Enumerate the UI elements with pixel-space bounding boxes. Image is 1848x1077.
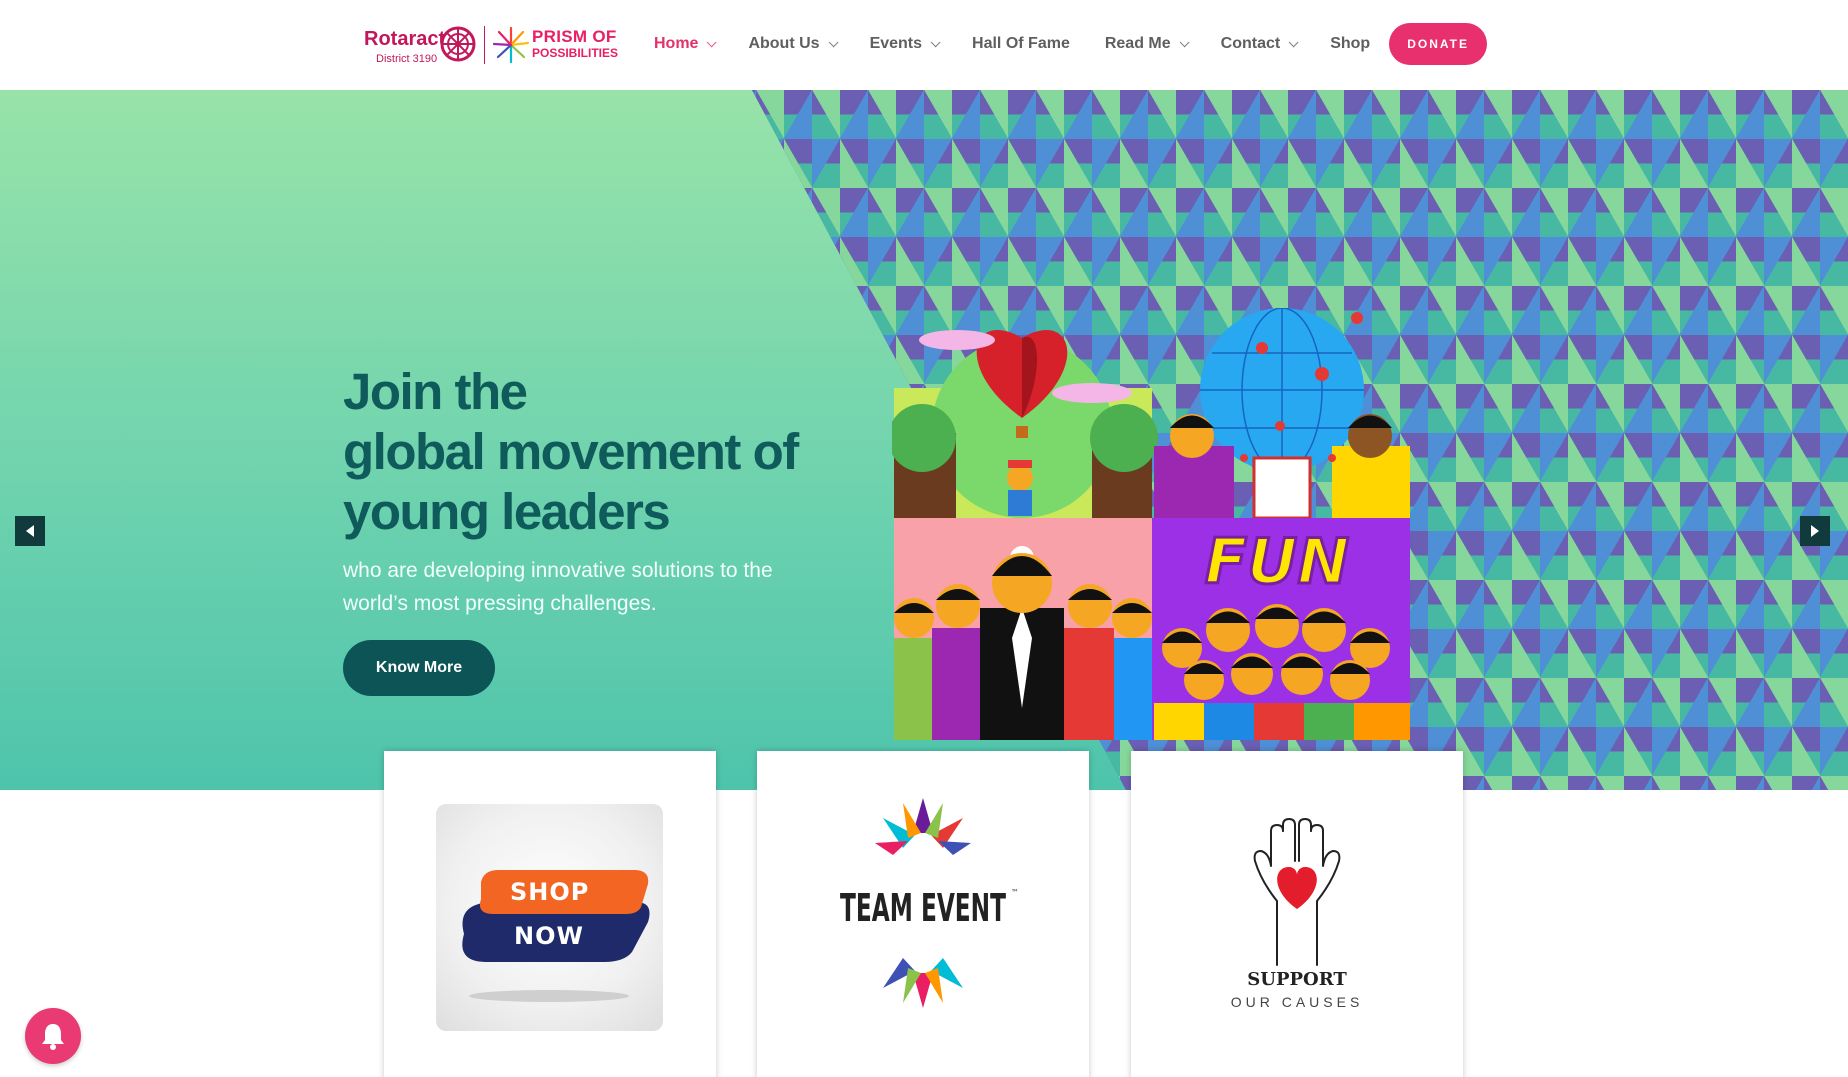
- support-causes-card[interactable]: SUPPORT OUR CAUSES: [1131, 751, 1463, 1077]
- slider-next-button[interactable]: [1800, 516, 1830, 546]
- support-label: SUPPORT: [1247, 969, 1347, 990]
- know-more-button[interactable]: Know More: [343, 640, 495, 696]
- nav-item-about-us[interactable]: About Us: [748, 35, 839, 53]
- prism-wordmark-line1: PRISM OF: [532, 27, 617, 46]
- hero-slider: Join the global movement of young leader…: [0, 90, 1848, 790]
- rotaract-wordmark: Rotaract: [364, 28, 446, 50]
- chevron-left-icon: [26, 525, 34, 537]
- team-event-label: TEAM EVENT: [840, 886, 1006, 930]
- hero-title-line: Join the: [343, 363, 528, 420]
- rotary-wheel-icon: [440, 26, 476, 62]
- hero-title-line: global movement of: [343, 423, 799, 480]
- shop-card[interactable]: SHOP NOW: [384, 751, 716, 1077]
- now-label: NOW: [514, 922, 584, 950]
- nav-label-contact: Contact: [1220, 35, 1281, 52]
- shop-banner-shape: [462, 870, 650, 1002]
- nav-item-events[interactable]: Events: [869, 35, 941, 53]
- nav-item-home[interactable]: Home: [654, 35, 718, 53]
- hero-title-line: young leaders: [343, 483, 671, 540]
- shop-label: SHOP: [510, 878, 590, 906]
- nav-item-read-me[interactable]: Read Me: [1104, 35, 1190, 53]
- nav-label-read-me: Read Me: [1104, 35, 1171, 52]
- chevron-down-icon: [930, 36, 941, 47]
- district-label: District 3190: [376, 53, 438, 65]
- chevron-down-icon: [1179, 36, 1190, 47]
- hero-illustration: FUN: [892, 308, 1410, 740]
- notification-bell-button[interactable]: [25, 1008, 81, 1064]
- chevron-down-icon: [707, 36, 718, 47]
- prism-wordmark-line2: POSSIBILITIES: [532, 46, 619, 60]
- nav-label-hall-of-fame: Hall Of Fame: [972, 35, 1070, 52]
- nav-label-about-us: About Us: [748, 35, 820, 52]
- our-causes-label: OUR CAUSES: [1231, 994, 1364, 1010]
- slider-prev-button[interactable]: [15, 516, 45, 546]
- hero-title: Join the global movement of young leader…: [343, 362, 823, 542]
- nav-label-events: Events: [869, 35, 923, 52]
- chevron-down-icon: [1288, 36, 1299, 47]
- site-logo[interactable]: Rotaract District 3190 PRISM OF POSSIBIL…: [362, 20, 620, 70]
- nav-item-contact[interactable]: Contact: [1220, 35, 1299, 53]
- team-event-card[interactable]: TEAM EVENT ™: [757, 751, 1089, 1077]
- hero-subtitle: who are developing innovative solutions …: [343, 559, 773, 615]
- trademark-mark: ™: [1011, 888, 1019, 897]
- site-header: Rotaract District 3190 PRISM OF POSSIBIL…: [0, 0, 1848, 90]
- nav-item-hall-of-fame[interactable]: Hall Of Fame: [972, 35, 1070, 53]
- nav-item-shop[interactable]: Shop: [1330, 35, 1370, 53]
- prism-burst-icon: [492, 26, 530, 64]
- nav-label-shop: Shop: [1330, 35, 1371, 52]
- nav-label-home: Home: [654, 35, 699, 52]
- bell-icon: [42, 1024, 64, 1050]
- chevron-down-icon: [828, 36, 839, 47]
- main-nav: Home About Us Events Hall Of Fame Read M…: [654, 0, 1487, 88]
- shop-now-graphic: SHOP NOW: [436, 804, 663, 1031]
- support-causes-logo: SUPPORT OUR CAUSES: [1231, 818, 1364, 1010]
- logo-divider: [484, 26, 485, 64]
- chevron-right-icon: [1811, 525, 1819, 537]
- team-event-logo: TEAM EVENT ™: [840, 798, 1019, 1008]
- fun-illustration-text: FUN: [1205, 525, 1350, 598]
- donate-button[interactable]: DONATE: [1389, 23, 1487, 65]
